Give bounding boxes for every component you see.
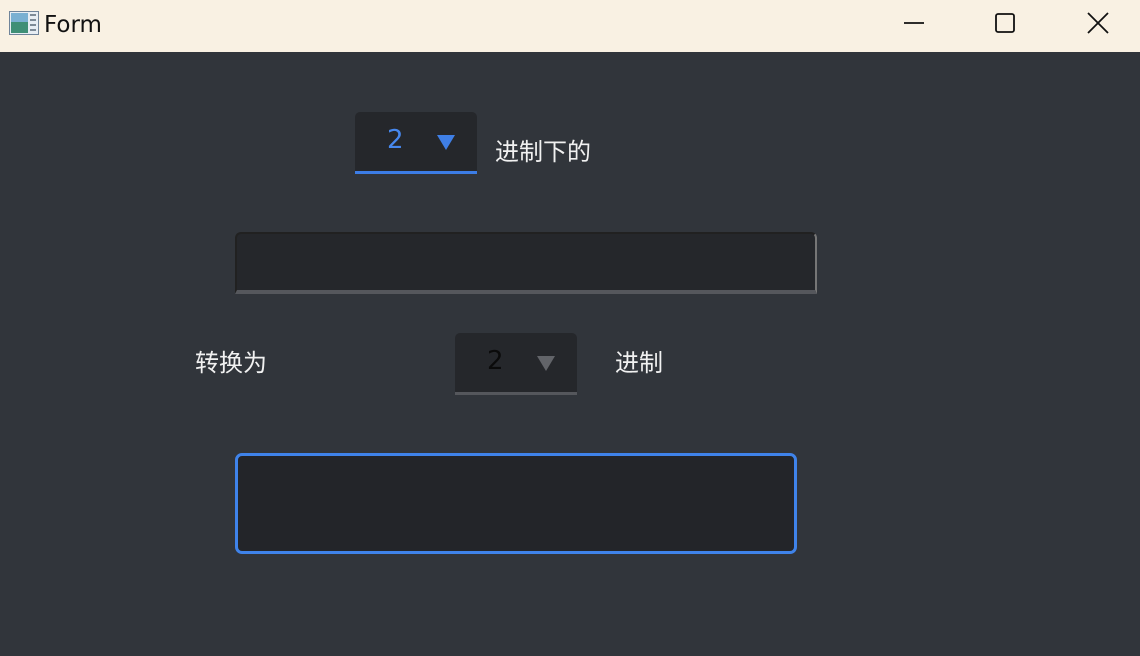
target-base-value: 2 [487,346,504,376]
form-content: 2 进制下的 转换为 2 进制 [0,52,1140,656]
target-base-select[interactable]: 2 [455,333,577,395]
close-icon [1086,11,1110,35]
window-title: Form [44,12,102,38]
maximize-icon [994,12,1016,34]
source-base-select[interactable]: 2 [355,112,477,174]
chevron-down-icon [437,135,455,150]
minimize-button[interactable] [868,0,960,46]
close-button[interactable] [1052,0,1140,46]
source-base-value: 2 [387,125,404,155]
minimize-icon [903,12,925,34]
source-base-suffix-label: 进制下的 [495,138,591,166]
result-output[interactable] [235,453,797,554]
app-form-icon [9,11,39,35]
title-bar: Form [0,0,1140,52]
convert-to-label: 转换为 [195,349,267,377]
target-base-suffix-label: 进制 [615,349,663,377]
number-input[interactable] [235,232,817,294]
chevron-down-icon [537,356,555,371]
maximize-button[interactable] [959,0,1051,46]
